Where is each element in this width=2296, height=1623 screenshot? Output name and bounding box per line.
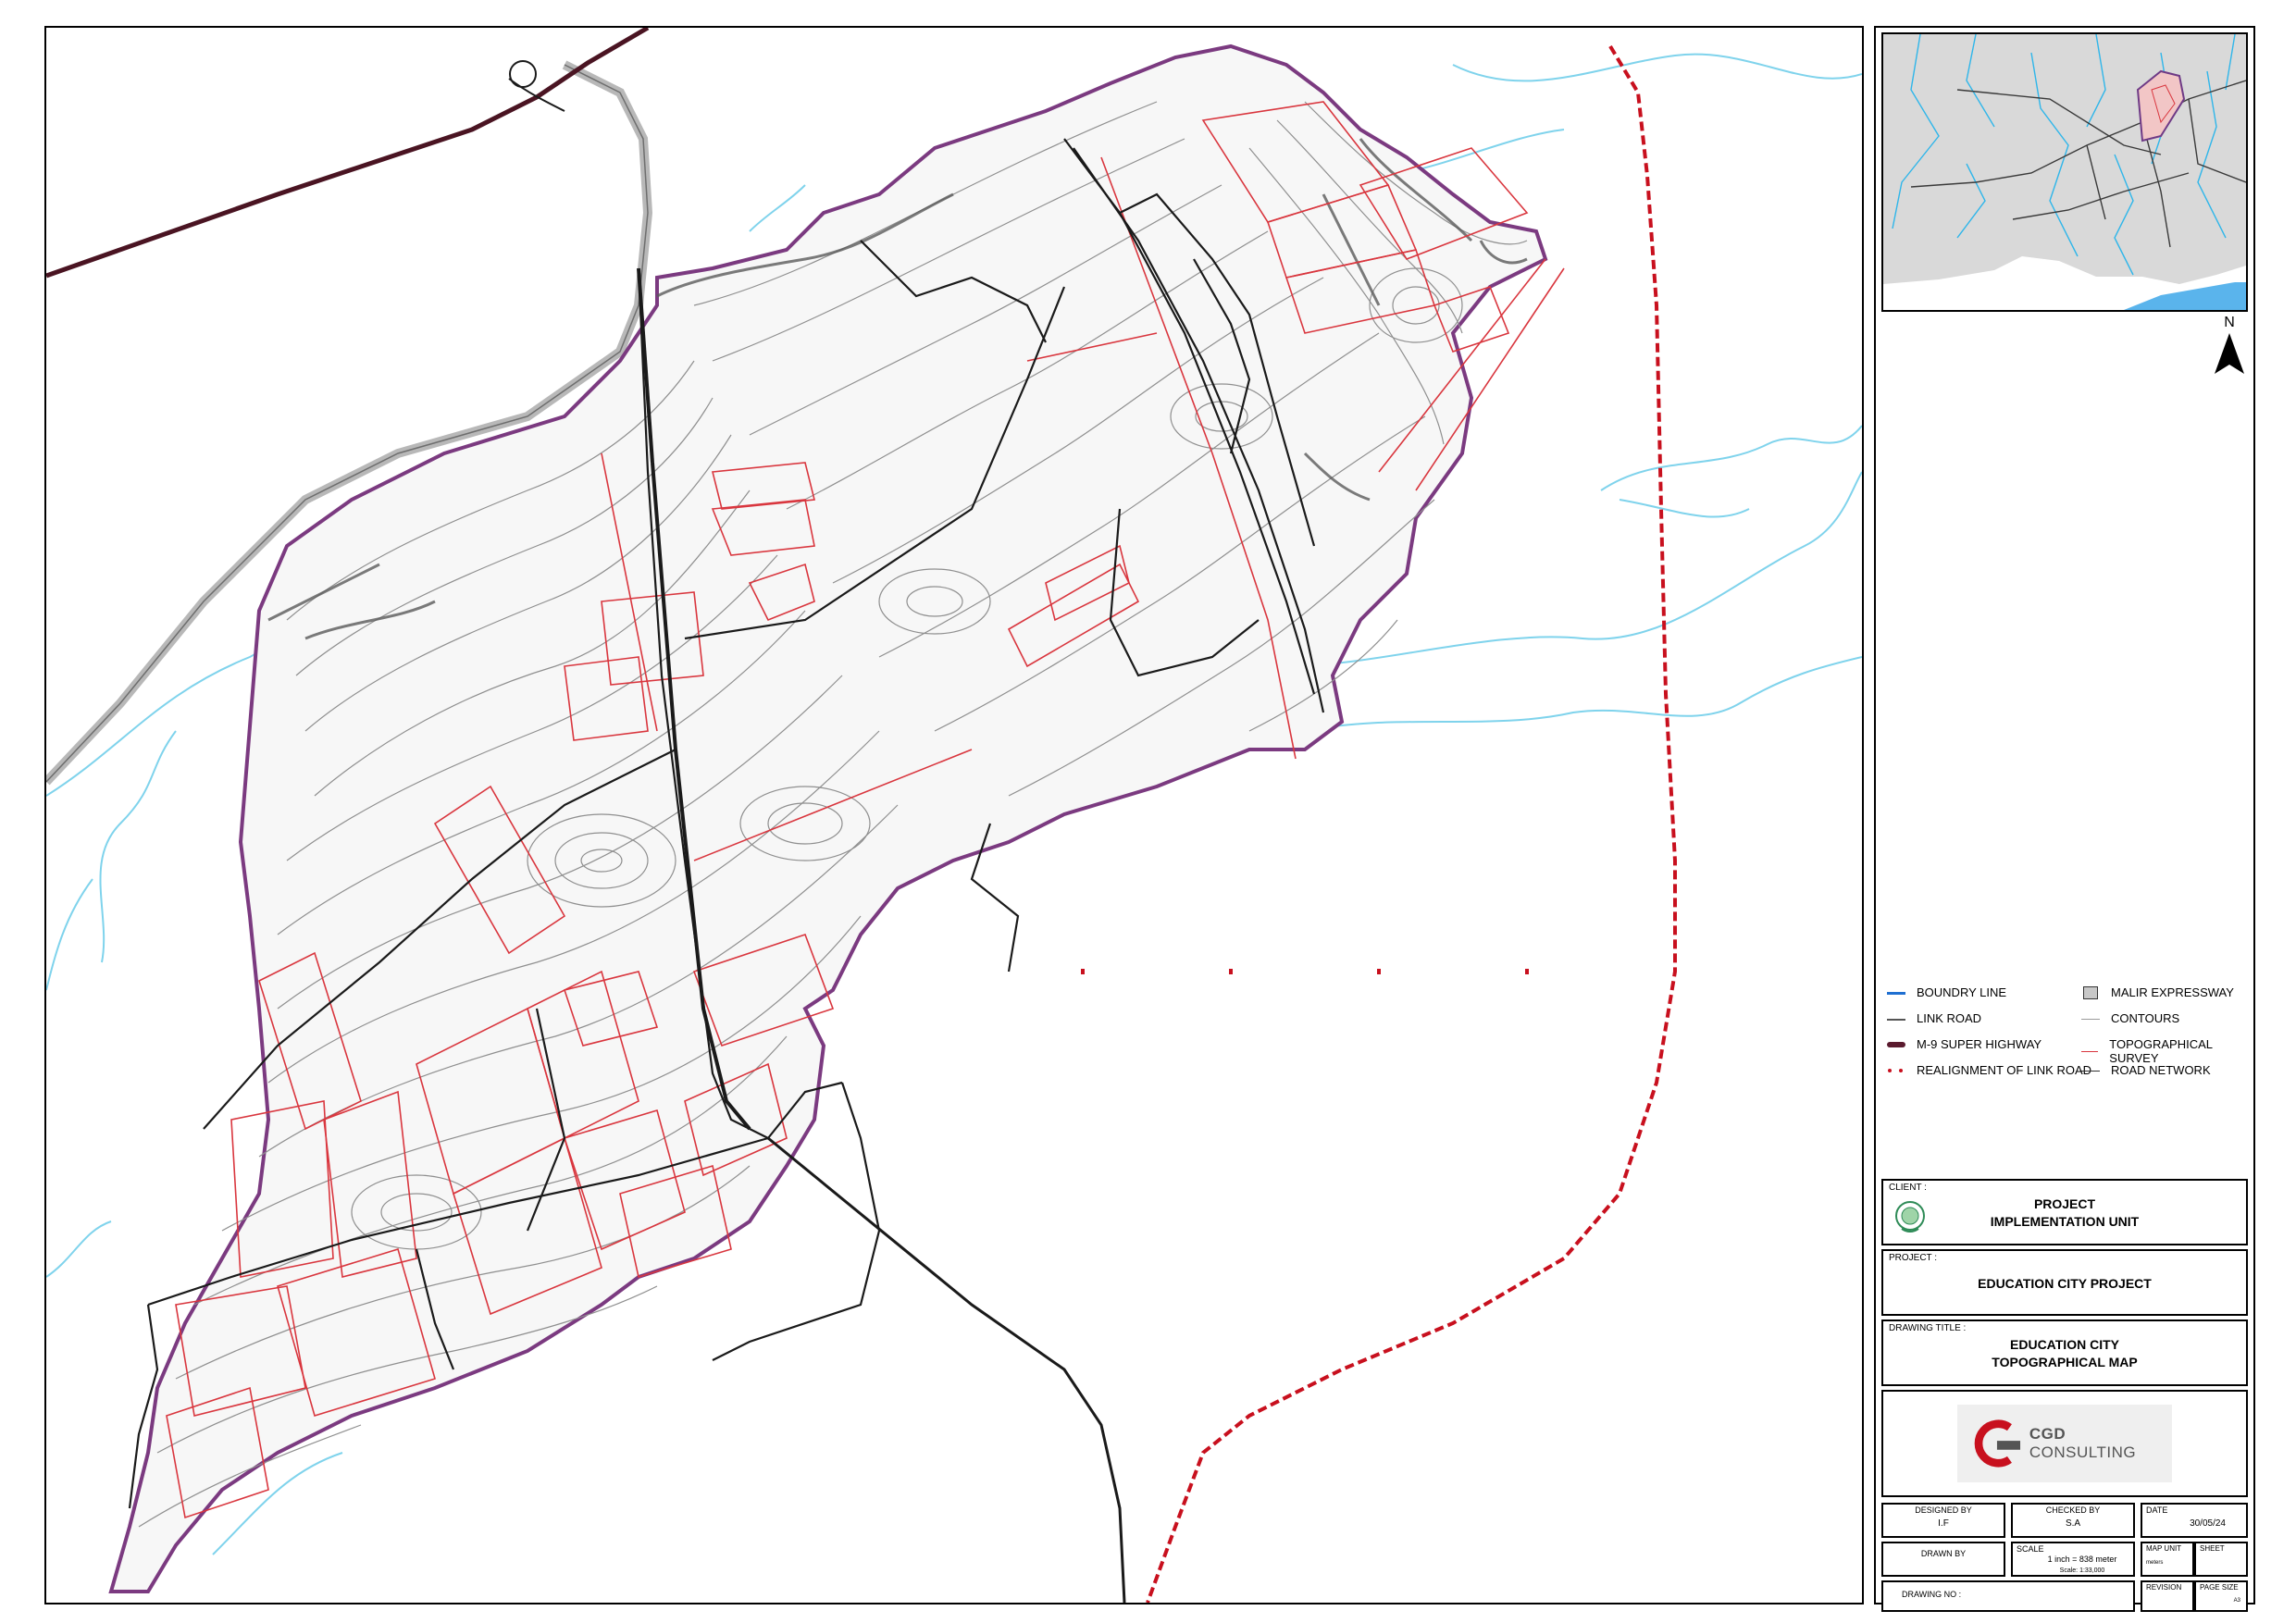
legend-item-boundary: BOUNDRY LINE bbox=[1887, 985, 2006, 999]
sheet-cell: SHEET bbox=[2194, 1542, 2248, 1577]
realignment-swatch bbox=[1887, 1064, 1905, 1077]
revision-cell: REVISION bbox=[2141, 1580, 2194, 1612]
inset-location-map[interactable] bbox=[1881, 32, 2248, 312]
cgd-consulting-logo: CGD CONSULTING bbox=[1957, 1405, 2172, 1482]
project-name: EDUCATION CITY PROJECT bbox=[1978, 1276, 2152, 1291]
boundary-line-swatch bbox=[1887, 986, 1905, 999]
expressway-swatch bbox=[2081, 985, 2100, 999]
legend-item-contours: CONTOURS bbox=[2081, 1011, 2179, 1025]
map-canvas bbox=[46, 28, 1862, 1603]
checked-by-cell: CHECKED BY S.A bbox=[2011, 1503, 2135, 1538]
consultant-box: CGD CONSULTING bbox=[1881, 1390, 2248, 1497]
legend-item-malir-expressway: MALIR EXPRESSWAY bbox=[2081, 985, 2234, 999]
page-size-cell: PAGE SIZE A3 bbox=[2194, 1580, 2248, 1612]
project-area bbox=[108, 43, 1548, 1593]
north-arrow: N bbox=[2211, 315, 2248, 379]
road-network-swatch bbox=[2081, 1064, 2100, 1077]
project-box: PROJECT : EDUCATION CITY PROJECT bbox=[1881, 1249, 2248, 1316]
client-box: CLIENT : PROJECT IMPLEMENTATION UNIT bbox=[1881, 1179, 2248, 1245]
side-panel: N BOUNDRY LINE MALIR EXPRESSWAY LINK ROA… bbox=[1874, 26, 2255, 1612]
drawing-title-box: DRAWING TITLE : EDUCATION CITY TOPOGRAPH… bbox=[1881, 1319, 2248, 1386]
drawn-by-cell: DRAWN BY bbox=[1881, 1542, 2005, 1577]
north-letter: N bbox=[2224, 315, 2235, 330]
legend-item-link-road: LINK ROAD bbox=[1887, 1011, 1981, 1025]
scale-cell: SCALE 1 inch = 838 meter Scale: 1:33,000 bbox=[2011, 1542, 2135, 1577]
drawing-title-line2: TOPOGRAPHICAL MAP bbox=[1992, 1355, 2138, 1369]
legend-item-m9-highway: M-9 SUPER HIGHWAY bbox=[1887, 1037, 2042, 1051]
map-unit-cell: MAP UNIT meters bbox=[2141, 1542, 2194, 1577]
legend-item-topographical-survey: TOPOGRAPHICAL SURVEY bbox=[2081, 1037, 2252, 1065]
client-name-line1: PROJECT bbox=[2033, 1196, 2096, 1211]
drawing-no-cell: DRAWING NO : bbox=[1881, 1580, 2135, 1612]
legend-item-road-network: ROAD NETWORK bbox=[2081, 1063, 2211, 1077]
drawing-title-line1: EDUCATION CITY bbox=[2010, 1337, 2119, 1352]
survey-markers bbox=[1081, 969, 1529, 974]
contours-swatch bbox=[2081, 1012, 2100, 1025]
link-road-swatch bbox=[1887, 1012, 1905, 1025]
m9-super-highway bbox=[46, 28, 650, 279]
inset-map-canvas bbox=[1883, 34, 2246, 310]
survey-swatch bbox=[2081, 1045, 2099, 1058]
cgd-logo-mark-icon bbox=[1974, 1419, 2021, 1468]
designed-by-cell: DESIGNED BY I.F bbox=[1881, 1503, 2005, 1538]
topographic-map[interactable] bbox=[44, 26, 1864, 1604]
m9-highway-swatch bbox=[1887, 1038, 1905, 1051]
map-legend: BOUNDRY LINE MALIR EXPRESSWAY LINK ROAD … bbox=[1885, 985, 2252, 1106]
client-name-line2: IMPLEMENTATION UNIT bbox=[1990, 1214, 2140, 1229]
north-arrow-icon bbox=[2215, 333, 2244, 374]
date-cell: DATE 30/05/24 bbox=[2141, 1503, 2248, 1538]
legend-item-realignment: REALIGNMENT OF LINK ROAD bbox=[1887, 1063, 2091, 1077]
